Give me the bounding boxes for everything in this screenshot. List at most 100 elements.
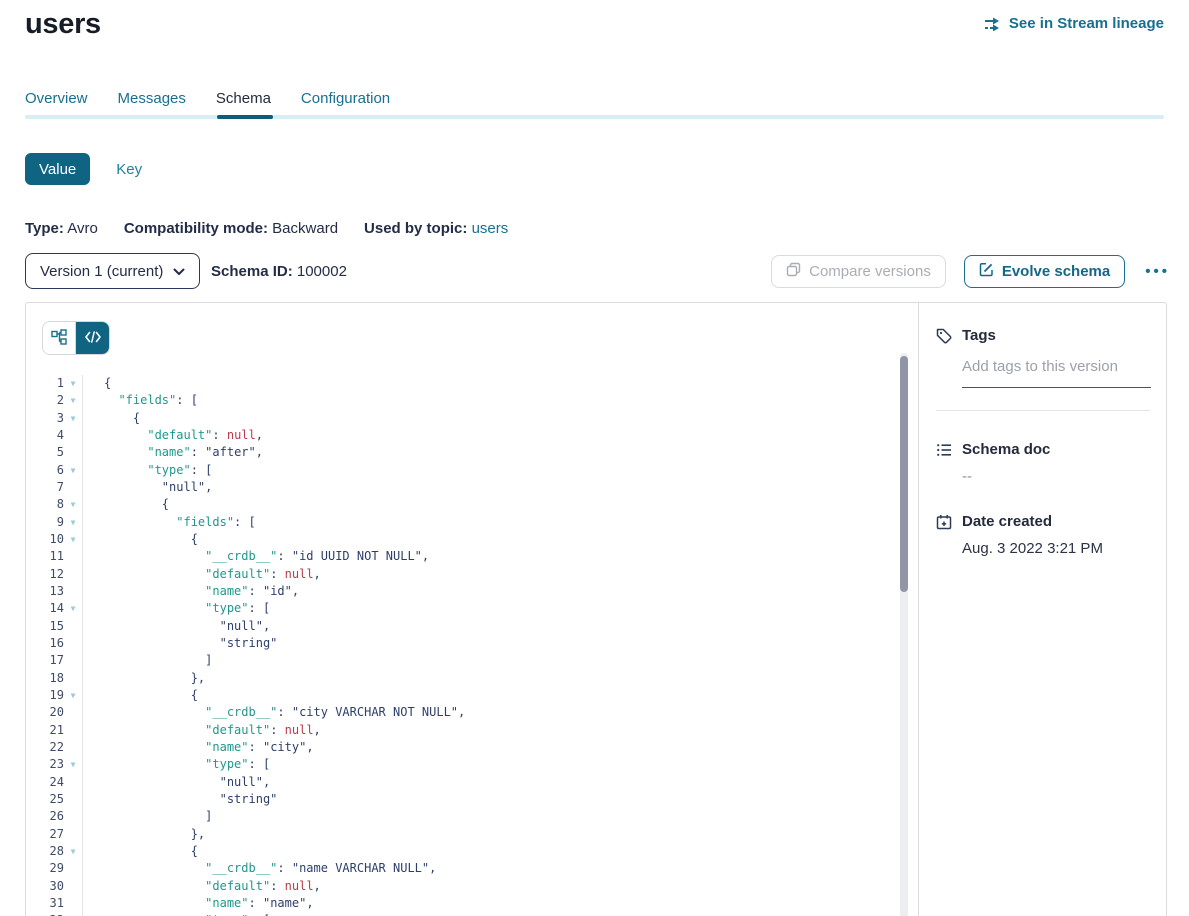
fold-spacer [64, 808, 82, 825]
schema-type-value: Avro [67, 220, 98, 237]
code-line: 19▼ { [26, 687, 918, 704]
code-text: "string" [82, 635, 918, 652]
version-toolbar: Version 1 (current) Schema ID: 100002 Co… [25, 253, 1172, 289]
fold-toggle-icon[interactable]: ▼ [64, 392, 82, 409]
line-number: 27 [26, 826, 64, 843]
version-select[interactable]: Version 1 (current) [25, 253, 200, 289]
value-toggle-button[interactable]: Value [25, 153, 90, 185]
code-line: 29 "__crdb__": "name VARCHAR NULL", [26, 860, 918, 877]
code-text: "type": [ [82, 600, 918, 617]
calendar-plus-icon [936, 514, 952, 530]
active-tab-indicator [217, 115, 273, 119]
code-text: "__crdb__": "id UUID NOT NULL", [82, 548, 918, 565]
schema-panel: 1▼{2▼ "fields": [3▼ {4 "default": null,5… [25, 302, 1167, 916]
key-toggle-button[interactable]: Key [116, 161, 142, 178]
code-text: "type": [ [82, 912, 918, 916]
line-number: 7 [26, 479, 64, 496]
fold-toggle-icon[interactable]: ▼ [64, 462, 82, 479]
compare-versions-button[interactable]: Compare versions [771, 255, 946, 288]
code-text: "default": null, [82, 878, 918, 895]
fold-toggle-icon[interactable]: ▼ [64, 843, 82, 860]
tab-schema[interactable]: Schema [216, 90, 271, 113]
subject-toggle: Value Key [25, 153, 142, 185]
tree-view-button[interactable] [43, 322, 76, 354]
tags-input[interactable] [962, 358, 1151, 388]
fold-spacer [64, 895, 82, 912]
tab-overview[interactable]: Overview [25, 90, 88, 113]
tag-icon [936, 328, 952, 344]
stream-lineage-link[interactable]: See in Stream lineage [984, 15, 1164, 32]
code-line: 23▼ "type": [ [26, 756, 918, 773]
code-line: 7 "null", [26, 479, 918, 496]
copy-icon [786, 262, 801, 281]
tab-messages[interactable]: Messages [118, 90, 186, 113]
scrollbar-thumb[interactable] [900, 356, 908, 592]
line-number: 18 [26, 670, 64, 687]
code-line: 5 "name": "after", [26, 444, 918, 461]
code-text: ] [82, 808, 918, 825]
code-line: 10▼ { [26, 531, 918, 548]
code-view-button[interactable] [76, 322, 109, 354]
code-text: "default": null, [82, 566, 918, 583]
line-number: 3 [26, 410, 64, 427]
date-created-heading: Date created [962, 513, 1052, 530]
code-line: 14▼ "type": [ [26, 600, 918, 617]
fold-toggle-icon[interactable]: ▼ [64, 375, 82, 392]
code-text: { [82, 410, 918, 427]
code-text: "type": [ [82, 756, 918, 773]
compatibility-mode: Compatibility mode: Backward [124, 220, 338, 237]
code-line: 17 ] [26, 652, 918, 669]
fold-spacer [64, 878, 82, 895]
tree-view-icon [51, 329, 67, 348]
schema-type-label: Type: [25, 220, 64, 237]
code-text: }, [82, 826, 918, 843]
code-text: "name": "id", [82, 583, 918, 600]
page-title: users [25, 8, 101, 41]
fold-toggle-icon[interactable]: ▼ [64, 410, 82, 427]
date-created-section: Date created Aug. 3 2022 3:21 PM [936, 513, 1150, 557]
fold-toggle-icon[interactable]: ▼ [64, 600, 82, 617]
code-line: 8▼ { [26, 496, 918, 513]
schema-id-label: Schema ID: [211, 263, 293, 280]
schema-id: Schema ID: 100002 [211, 263, 347, 280]
code-line: 21 "default": null, [26, 722, 918, 739]
edit-icon [979, 262, 994, 281]
code-line: 12 "default": null, [26, 566, 918, 583]
code-text: ] [82, 652, 918, 669]
fold-toggle-icon[interactable]: ▼ [64, 912, 82, 916]
code-editor[interactable]: 1▼{2▼ "fields": [3▼ {4 "default": null,5… [26, 371, 918, 916]
line-number: 23 [26, 756, 64, 773]
tab-configuration[interactable]: Configuration [301, 90, 390, 113]
line-number: 9 [26, 514, 64, 531]
code-text: "__crdb__": "city VARCHAR NOT NULL", [82, 704, 918, 721]
compatibility-mode-label: Compatibility mode: [124, 220, 268, 237]
schema-doc-section: Schema doc -- [936, 441, 1150, 485]
fold-spacer [64, 635, 82, 652]
fold-toggle-icon[interactable]: ▼ [64, 531, 82, 548]
line-number: 30 [26, 878, 64, 895]
evolve-schema-button[interactable]: Evolve schema [964, 255, 1125, 288]
schema-type: Type: Avro [25, 220, 98, 237]
code-line: 15 "null", [26, 618, 918, 635]
code-text: { [82, 375, 918, 392]
used-by-topic: Used by topic: users [364, 220, 508, 237]
fold-toggle-icon[interactable]: ▼ [64, 687, 82, 704]
topic-link[interactable]: users [472, 220, 509, 237]
schema-meta-row: Type: Avro Compatibility mode: Backward … [25, 220, 508, 237]
code-text: "__crdb__": "name VARCHAR NULL", [82, 860, 918, 877]
fold-toggle-icon[interactable]: ▼ [64, 514, 82, 531]
editor-scrollbar[interactable] [900, 353, 908, 916]
list-icon [936, 442, 952, 458]
fold-spacer [64, 791, 82, 808]
code-line: 31 "name": "name", [26, 895, 918, 912]
line-number: 2 [26, 392, 64, 409]
line-number: 24 [26, 774, 64, 791]
more-options-button[interactable]: ••• [1143, 263, 1172, 280]
tags-heading-row: Tags [936, 327, 1150, 344]
fold-toggle-icon[interactable]: ▼ [64, 756, 82, 773]
code-line: 9▼ "fields": [ [26, 514, 918, 531]
fold-toggle-icon[interactable]: ▼ [64, 496, 82, 513]
code-view-icon [85, 331, 101, 346]
sidebar-divider [936, 410, 1150, 411]
line-number: 26 [26, 808, 64, 825]
